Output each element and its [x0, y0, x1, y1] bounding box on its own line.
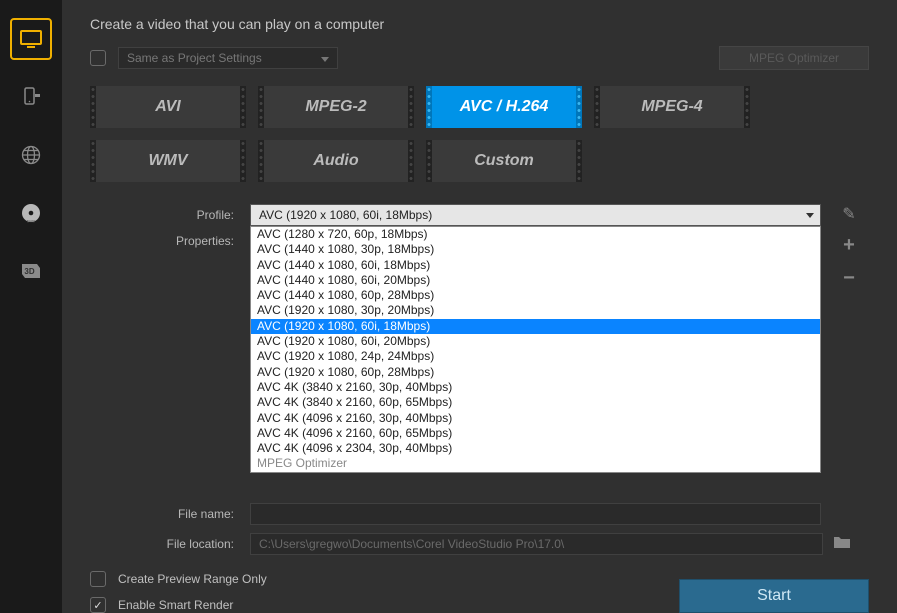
mpeg-optimizer-button[interactable]: MPEG Optimizer	[719, 46, 869, 70]
profile-option[interactable]: MPEG Optimizer	[251, 456, 820, 471]
profile-selected-value: AVC (1920 x 1080, 60i, 18Mbps)	[259, 208, 432, 222]
format-avc-h-264[interactable]: AVC / H.264	[426, 86, 582, 128]
format-audio[interactable]: Audio	[258, 140, 414, 182]
chevron-down-icon	[806, 213, 814, 218]
add-profile-icon[interactable]: +	[839, 234, 859, 257]
browse-folder-icon[interactable]	[833, 535, 851, 554]
profile-option[interactable]: AVC 4K (4096 x 2304, 30p, 40Mbps)	[251, 441, 820, 456]
profile-option[interactable]: AVC 4K (3840 x 2160, 60p, 65Mbps)	[251, 395, 820, 410]
format-mpeg-4[interactable]: MPEG-4	[594, 86, 750, 128]
sidebar-3d[interactable]: 3D	[10, 250, 52, 292]
file-name-input[interactable]	[250, 503, 821, 525]
format-mpeg-2[interactable]: MPEG-2	[258, 86, 414, 128]
format-grid: AVI MPEG-2 AVC / H.264 MPEG-4 WMV Audio Custom	[90, 86, 869, 182]
format-custom[interactable]: Custom	[426, 140, 582, 182]
file-location-label: File location:	[90, 537, 250, 551]
profile-option[interactable]: AVC 4K (4096 x 2160, 60p, 65Mbps)	[251, 426, 820, 441]
file-location-input[interactable]: C:\Users\gregwo\Documents\Corel VideoStu…	[250, 533, 823, 555]
svg-text:DVD: DVD	[27, 219, 36, 224]
project-settings-row: Same as Project Settings MPEG Optimizer	[90, 46, 869, 70]
properties-label: Properties:	[90, 234, 250, 248]
output-category-sidebar: DVD 3D	[0, 0, 62, 613]
profile-option[interactable]: AVC (1920 x 1080, 24p, 24Mbps)	[251, 349, 820, 364]
profile-option[interactable]: AVC (1440 x 1080, 60i, 18Mbps)	[251, 258, 820, 273]
svg-text:3D: 3D	[24, 267, 34, 276]
smart-render-checkbox[interactable]	[90, 597, 106, 613]
profile-option[interactable]: AVC (1440 x 1080, 60p, 28Mbps)	[251, 288, 820, 303]
main-panel: Create a video that you can play on a co…	[62, 0, 897, 613]
profile-label: Profile:	[90, 208, 250, 222]
format-avi[interactable]: AVI	[90, 86, 246, 128]
sidebar-device[interactable]	[10, 76, 52, 118]
profile-option[interactable]: AVC 4K (3840 x 2160, 30p, 40Mbps)	[251, 380, 820, 395]
bottom-bar: Create Preview Range Only Enable Smart R…	[90, 563, 869, 613]
profile-option[interactable]: AVC (1440 x 1080, 30p, 18Mbps)	[251, 242, 820, 257]
sidebar-disc[interactable]: DVD	[10, 192, 52, 234]
start-button[interactable]: Start	[679, 579, 869, 613]
profile-option[interactable]: AVC (1920 x 1080, 30p, 20Mbps)	[251, 303, 820, 318]
edit-profile-icon[interactable]: ✎	[839, 204, 859, 224]
create-preview-checkbox[interactable]	[90, 571, 106, 587]
create-preview-label: Create Preview Range Only	[118, 572, 267, 586]
profile-option[interactable]: AVC (1920 x 1080, 60i, 18Mbps)	[251, 319, 820, 334]
profile-dropdown-list[interactable]: AVC (1280 x 720, 60p, 18Mbps)AVC (1440 x…	[250, 226, 821, 473]
same-as-project-checkbox[interactable]	[90, 50, 106, 66]
profile-option[interactable]: AVC (1920 x 1080, 60i, 20Mbps)	[251, 334, 820, 349]
smart-render-label: Enable Smart Render	[118, 598, 233, 612]
profile-option[interactable]: AVC (1440 x 1080, 60i, 20Mbps)	[251, 273, 820, 288]
sidebar-web[interactable]	[10, 134, 52, 176]
format-wmv[interactable]: WMV	[90, 140, 246, 182]
page-heading: Create a video that you can play on a co…	[90, 16, 869, 32]
profile-option[interactable]: AVC (1920 x 1080, 60p, 28Mbps)	[251, 365, 820, 380]
profile-option[interactable]: AVC 4K (4096 x 2160, 30p, 40Mbps)	[251, 411, 820, 426]
project-settings-label: Same as Project Settings	[127, 51, 262, 65]
project-settings-dropdown[interactable]: Same as Project Settings	[118, 47, 338, 69]
fields-area: Profile: AVC (1920 x 1080, 60i, 18Mbps) …	[90, 204, 869, 563]
profile-option[interactable]: AVC (1280 x 720, 60p, 18Mbps)	[251, 227, 820, 242]
profile-dropdown[interactable]: AVC (1920 x 1080, 60i, 18Mbps)	[250, 204, 821, 226]
sidebar-computer[interactable]	[10, 18, 52, 60]
remove-profile-icon[interactable]: −	[839, 267, 859, 290]
file-name-label: File name:	[90, 507, 250, 521]
